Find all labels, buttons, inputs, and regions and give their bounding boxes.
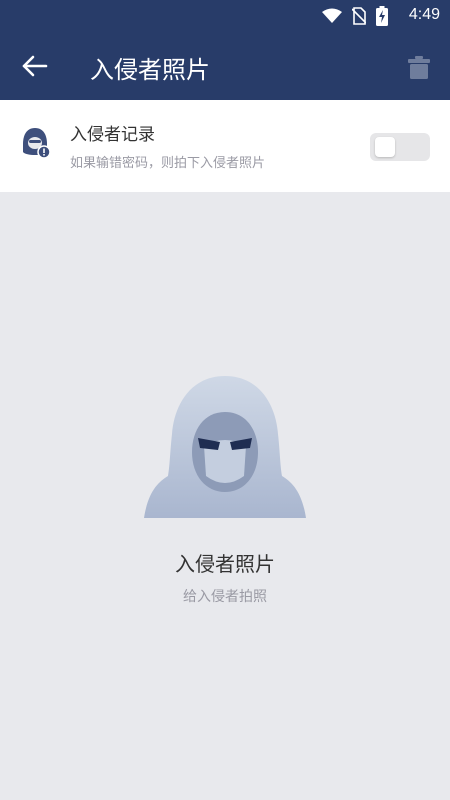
arrow-left-icon (22, 55, 48, 77)
intruder-record-setting[interactable]: 入侵者记录 如果输错密码，则拍下入侵者照片 (0, 100, 450, 192)
status-bar: 4:49 (0, 0, 450, 32)
empty-state-subtitle: 给入侵者拍照 (183, 589, 267, 605)
intruder-record-toggle[interactable] (370, 133, 430, 161)
status-time: 4:49 (408, 6, 440, 23)
page-title: 入侵者照片 (90, 56, 210, 84)
app-bar: 4:49 入侵者照片 (0, 0, 450, 100)
delete-button[interactable] (406, 54, 432, 80)
toggle-knob (375, 137, 395, 157)
toolbar: 入侵者照片 (0, 44, 450, 88)
intruder-badge-icon (23, 128, 50, 159)
wifi-icon (322, 8, 342, 23)
setting-title: 入侵者记录 (70, 125, 155, 145)
battery-charging-icon (376, 6, 388, 26)
status-icons (322, 6, 388, 26)
setting-subtitle: 如果输错密码，则拍下入侵者照片 (70, 156, 266, 171)
no-sim-icon (352, 7, 366, 25)
empty-state-title: 入侵者照片 (175, 552, 275, 576)
trash-icon (408, 56, 430, 79)
back-button[interactable] (20, 54, 48, 78)
hooded-intruder-illustration (144, 376, 306, 518)
